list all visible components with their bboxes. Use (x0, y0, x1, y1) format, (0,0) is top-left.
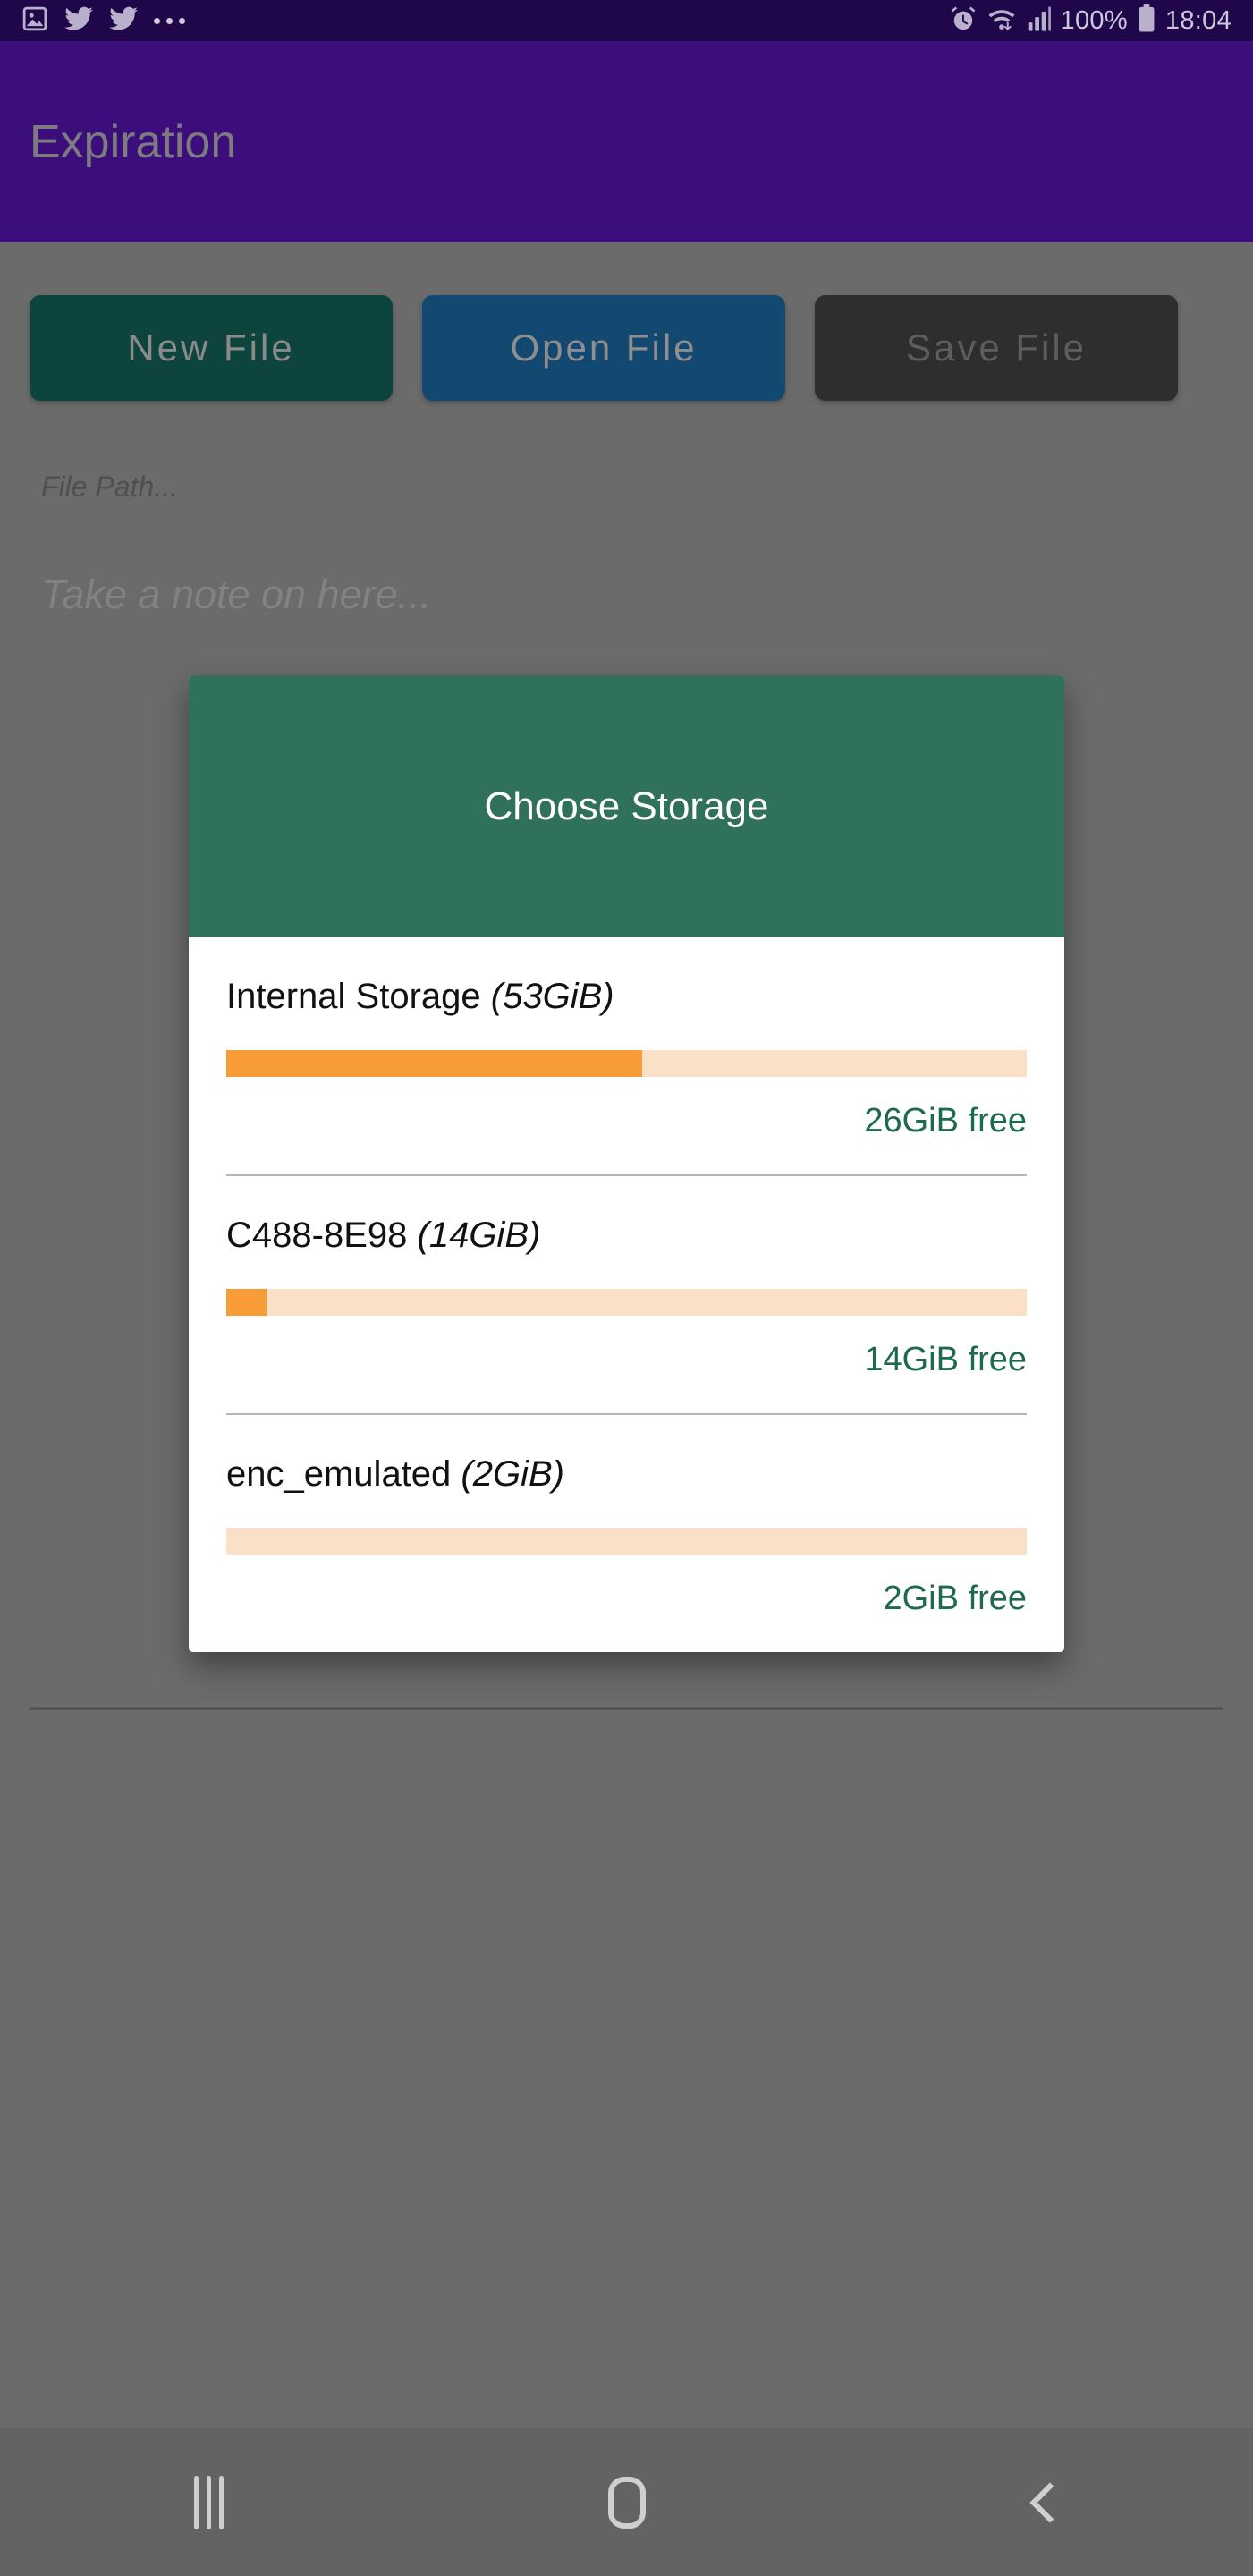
file-path-input[interactable]: File Path... (41, 470, 178, 504)
storage-name-label: C488-8E98 (226, 1216, 408, 1255)
list-item[interactable]: C488-8E98 (14GiB) 14GiB free (226, 1174, 1027, 1413)
dialog-header: Choose Storage (189, 675, 1064, 937)
storage-list: Internal Storage (53GiB) 26GiB free C488… (189, 937, 1064, 1652)
dialog-title: Choose Storage (484, 784, 769, 828)
storage-capacity-label: (2GiB) (461, 1454, 564, 1494)
back-chevron-icon (1029, 2481, 1071, 2523)
note-input[interactable]: Take a note on here... (41, 572, 431, 618)
phone-screen: 100% 18:04 Expiration New File Open File… (0, 0, 1253, 2576)
twitter-icon (109, 6, 138, 36)
status-bar: 100% 18:04 (0, 0, 1253, 41)
storage-capacity-label: (53GiB) (490, 977, 614, 1016)
wifi-icon (986, 5, 1018, 37)
photo-icon (21, 5, 48, 37)
system-navigation-bar (0, 2428, 1253, 2576)
storage-usage-bar (226, 1528, 1027, 1555)
content-divider (30, 1707, 1223, 1710)
storage-name-label: enc_emulated (226, 1454, 452, 1494)
list-item[interactable]: Internal Storage (53GiB) 26GiB free (226, 937, 1027, 1174)
signal-icon (1027, 5, 1052, 37)
twitter-icon (64, 6, 93, 36)
recents-icon (194, 2475, 224, 2529)
overflow-dots-icon (154, 17, 185, 24)
storage-usage-fill (226, 1050, 643, 1077)
home-button[interactable] (555, 2449, 698, 2556)
list-item[interactable]: enc_emulated (2GiB) 2GiB free (226, 1413, 1027, 1652)
file-action-button-row: New File Open File Save File (30, 295, 1178, 401)
storage-name: Internal Storage (53GiB) (226, 977, 1027, 1016)
storage-free-label: 26GiB free (864, 1102, 1027, 1140)
storage-free-label: 2GiB free (883, 1580, 1027, 1617)
app-bar: Expiration (0, 41, 1253, 242)
storage-usage-bar (226, 1289, 1027, 1316)
recents-button[interactable] (138, 2449, 281, 2556)
back-button[interactable] (973, 2449, 1116, 2556)
page-title: Expiration (30, 115, 237, 168)
new-file-button[interactable]: New File (30, 295, 393, 401)
storage-free-label: 14GiB free (864, 1341, 1027, 1378)
alarm-icon (950, 5, 977, 37)
storage-name: C488-8E98 (14GiB) (226, 1216, 1027, 1255)
home-icon (607, 2476, 646, 2529)
choose-storage-dialog: Choose Storage Internal Storage (53GiB) … (189, 675, 1064, 1652)
clock-label: 18:04 (1164, 5, 1232, 35)
storage-name-label: Internal Storage (226, 977, 481, 1016)
status-bar-notification-icons (21, 5, 185, 37)
battery-percent-label: 100% (1060, 5, 1128, 35)
storage-capacity-label: (14GiB) (417, 1216, 541, 1255)
battery-icon (1137, 4, 1156, 38)
storage-usage-bar (226, 1050, 1027, 1077)
storage-usage-fill (226, 1289, 267, 1316)
storage-name: enc_emulated (2GiB) (226, 1454, 1027, 1494)
open-file-button[interactable]: Open File (422, 295, 785, 401)
status-bar-system-icons: 100% 18:04 (950, 4, 1232, 38)
save-file-button[interactable]: Save File (815, 295, 1178, 401)
